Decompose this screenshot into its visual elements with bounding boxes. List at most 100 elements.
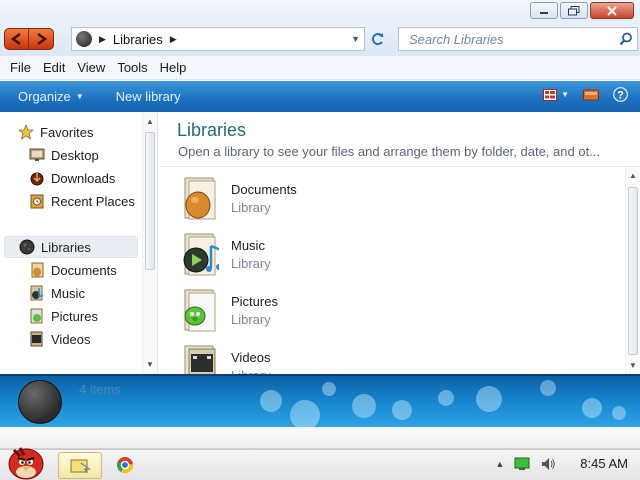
content-pane: Libraries Open a library to see your fil…	[159, 112, 640, 374]
volume-icon[interactable]	[540, 457, 556, 471]
refresh-button[interactable]	[367, 28, 389, 50]
library-item-pictures[interactable]: Pictures Library	[181, 288, 601, 338]
scroll-down-icon[interactable]: ▼	[629, 361, 637, 370]
nav-recent-places-label: Recent Places	[51, 193, 135, 209]
search-icon[interactable]	[619, 32, 633, 46]
start-button-angry-bird-icon[interactable]	[4, 440, 48, 480]
menu-view[interactable]: View	[71, 60, 111, 75]
videos-library-icon	[29, 331, 45, 347]
close-icon	[607, 5, 617, 16]
scroll-up-icon[interactable]: ▲	[146, 117, 154, 126]
taskbar-explorer-button[interactable]	[58, 452, 102, 479]
library-name: Documents	[231, 182, 297, 197]
nav-desktop-label: Desktop	[51, 147, 99, 163]
svg-text:?: ?	[617, 90, 624, 102]
bokeh-decoration	[540, 380, 556, 396]
menu-edit[interactable]: Edit	[37, 60, 71, 75]
pictures-library-icon	[29, 308, 45, 324]
address-toolbar: ▶ Libraries ▶ ▼ Search Libraries	[0, 22, 640, 56]
nav-music-label: Music	[51, 285, 85, 301]
organize-button[interactable]: Organize ▼	[18, 89, 84, 104]
nav-favorites-label: Favorites	[40, 124, 94, 140]
content-scroll-thumb[interactable]	[628, 187, 638, 355]
menu-tools[interactable]: Tools	[111, 60, 153, 75]
breadcrumb-chevron-icon[interactable]: ▶	[170, 34, 177, 45]
nav-pictures[interactable]: Pictures	[29, 305, 98, 327]
library-item-videos[interactable]: Videos Library	[181, 344, 601, 374]
nav-favorites[interactable]: Favorites	[18, 121, 93, 143]
dropdown-caret-icon: ▼	[75, 92, 84, 101]
header-divider	[159, 166, 640, 167]
library-item-music[interactable]: Music Library	[181, 232, 601, 282]
bokeh-decoration	[352, 394, 376, 418]
chrome-icon[interactable]	[116, 456, 134, 474]
menu-file[interactable]: File	[4, 60, 37, 75]
close-button[interactable]	[590, 2, 634, 19]
music-folder-icon	[183, 233, 219, 276]
content-scrollbar[interactable]: ▲ ▼	[625, 167, 640, 374]
nav-music[interactable]: Music	[29, 282, 85, 304]
menu-bar: File Edit View Tools Help	[0, 56, 640, 80]
bokeh-decoration	[612, 406, 626, 420]
back-arrow-icon	[10, 33, 21, 45]
view-dropdown-icon: ▼	[561, 90, 569, 99]
scroll-down-icon[interactable]: ▼	[146, 360, 154, 369]
status-strip	[0, 427, 640, 449]
nav-videos-label: Videos	[51, 331, 91, 347]
libraries-icon	[19, 239, 35, 255]
window-controls	[530, 2, 634, 19]
nav-buttons	[4, 28, 54, 50]
library-item-documents[interactable]: Documents Library	[181, 176, 601, 226]
nav-pictures-label: Pictures	[51, 308, 98, 324]
back-button[interactable]	[5, 29, 30, 49]
nav-scroll-thumb[interactable]	[145, 132, 155, 270]
maximize-button[interactable]	[560, 2, 588, 19]
search-field[interactable]: Search Libraries	[398, 27, 638, 51]
library-name: Music	[231, 238, 265, 253]
nav-documents[interactable]: Documents	[29, 259, 117, 281]
bokeh-decoration	[438, 390, 454, 406]
refresh-icon	[371, 33, 384, 46]
nav-libraries[interactable]: Libraries	[4, 236, 138, 258]
change-view-button[interactable]: ▼	[543, 88, 569, 101]
clock[interactable]: 8:45 AM	[580, 456, 628, 471]
library-type: Library	[231, 312, 271, 327]
breadcrumb-libraries[interactable]: Libraries	[113, 32, 163, 47]
menu-help[interactable]: Help	[154, 60, 193, 75]
library-name: Pictures	[231, 294, 278, 309]
documents-folder-icon	[184, 177, 216, 220]
minimize-icon	[540, 11, 548, 14]
search-placeholder: Search Libraries	[409, 32, 504, 47]
nav-desktop[interactable]: Desktop	[29, 144, 99, 166]
nav-recent-places[interactable]: Recent Places	[29, 190, 135, 212]
taskbar: ▲ 8:45 AM	[0, 447, 640, 480]
title-bar	[0, 0, 640, 22]
show-hidden-icons-icon[interactable]: ▲	[495, 459, 504, 469]
navigation-pane: Favorites Desktop Downloads Recent Place…	[0, 112, 158, 374]
recent-places-icon	[29, 193, 45, 209]
libraries-large-icon	[18, 380, 62, 424]
explorer-icon	[70, 459, 91, 473]
system-tray: ▲ 8:45 AM	[495, 456, 628, 471]
page-title: Libraries	[177, 120, 247, 140]
libraries-location-icon	[76, 31, 92, 47]
help-icon[interactable]: ?	[613, 87, 628, 102]
nav-downloads-label: Downloads	[51, 170, 116, 186]
downloads-icon	[29, 170, 45, 186]
forward-button[interactable]	[29, 29, 53, 49]
address-dropdown-icon[interactable]: ▼	[351, 34, 360, 44]
preview-pane-icon[interactable]	[583, 89, 599, 101]
library-type: Library	[231, 256, 271, 271]
forward-arrow-icon	[37, 33, 48, 45]
maximize-icon	[568, 5, 580, 15]
breadcrumb-chevron-icon[interactable]: ▶	[99, 34, 106, 45]
scroll-up-icon[interactable]: ▲	[629, 171, 637, 180]
network-icon[interactable]	[514, 457, 530, 471]
command-bar: Organize ▼ New library ▼ ?	[0, 81, 640, 112]
nav-scrollbar[interactable]: ▲ ▼	[142, 112, 157, 374]
new-library-button[interactable]: New library	[116, 89, 181, 104]
nav-downloads[interactable]: Downloads	[29, 167, 115, 189]
nav-videos[interactable]: Videos	[29, 328, 91, 350]
address-field[interactable]: ▶ Libraries ▶ ▼	[71, 27, 365, 51]
minimize-button[interactable]	[530, 2, 558, 19]
